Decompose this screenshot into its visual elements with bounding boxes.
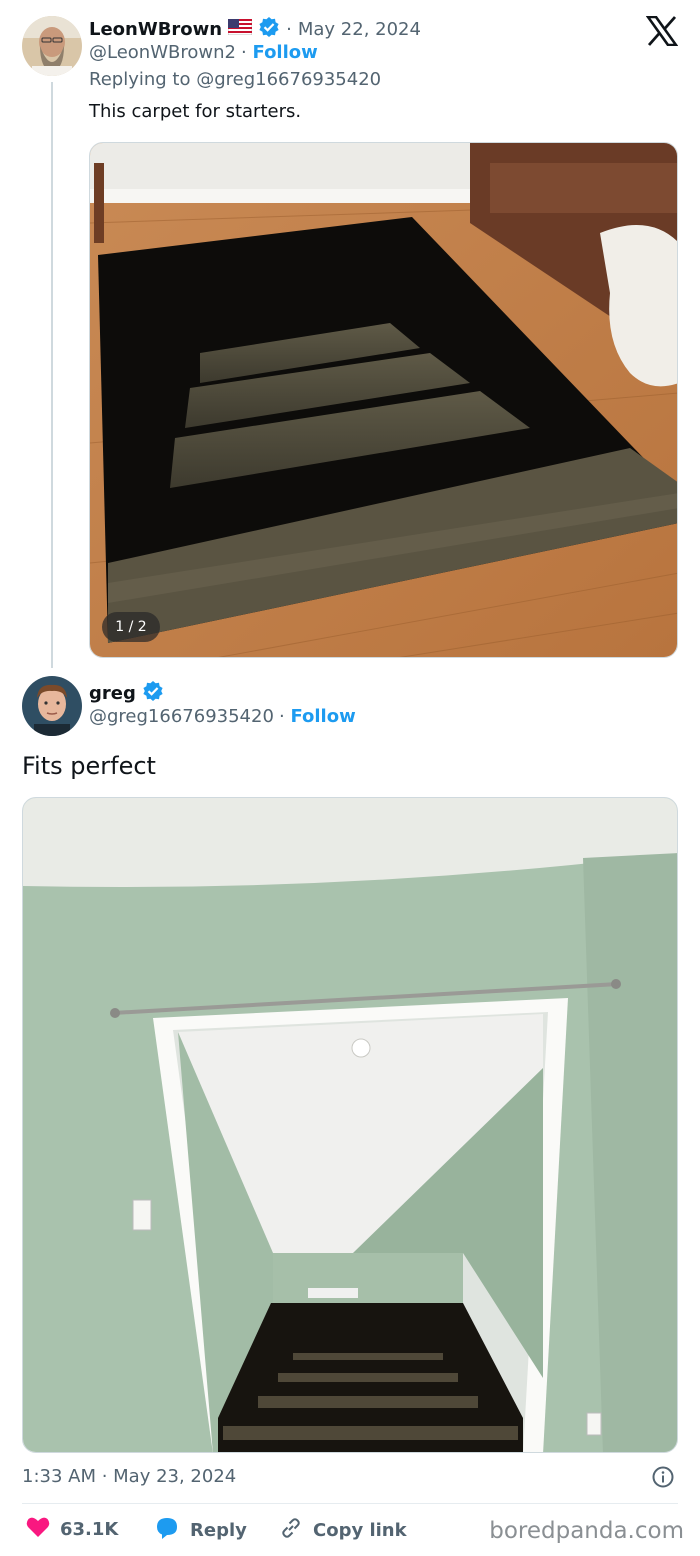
us-flag-icon [227,18,253,39]
verified-badge-icon [142,680,164,706]
tweet-text: Fits perfect [22,752,156,780]
follow-button[interactable]: Follow [290,706,355,727]
like-count: 63.1K [60,1519,119,1540]
handle[interactable]: @LeonWBrown2 [89,42,236,63]
avatar-greg[interactable] [22,676,82,736]
handle[interactable]: @greg16676935420 [89,706,274,727]
info-icon[interactable] [652,1466,674,1492]
reply-label: Reply [190,1520,247,1541]
link-icon [279,1516,303,1545]
x-logo-icon[interactable] [645,15,679,50]
separator-dot: · [279,706,291,727]
separator-dot: · [241,42,253,63]
like-button[interactable]: 63.1K [26,1516,118,1543]
separator-dot: · [286,18,292,40]
heart-icon [26,1516,50,1543]
reply-bubble-icon [154,1516,180,1545]
display-name[interactable]: LeonWBrown [89,19,222,40]
display-name[interactable]: greg [89,683,136,704]
stairwell-photo[interactable] [22,797,678,1453]
tweet-date[interactable]: May 22, 2024 [298,19,421,40]
copy-link-label: Copy link [313,1520,407,1541]
media-counter: 1 / 2 [102,612,160,642]
tweet-timestamp[interactable]: 1:33 AM · May 23, 2024 [22,1466,236,1487]
follow-button[interactable]: Follow [253,42,318,63]
reply-button[interactable]: Reply [154,1516,247,1545]
replying-to[interactable]: Replying to @greg16676935420 [89,69,381,90]
carpet-photo[interactable] [89,142,678,658]
verified-badge-icon [258,16,280,42]
watermark: boredpanda.com [489,1518,684,1544]
divider [22,1503,678,1504]
tweet-text: This carpet for starters. [89,101,302,122]
copy-link-button[interactable]: Copy link [279,1516,407,1545]
thread-line [51,82,53,668]
avatar-leonwbrown[interactable] [22,16,82,76]
